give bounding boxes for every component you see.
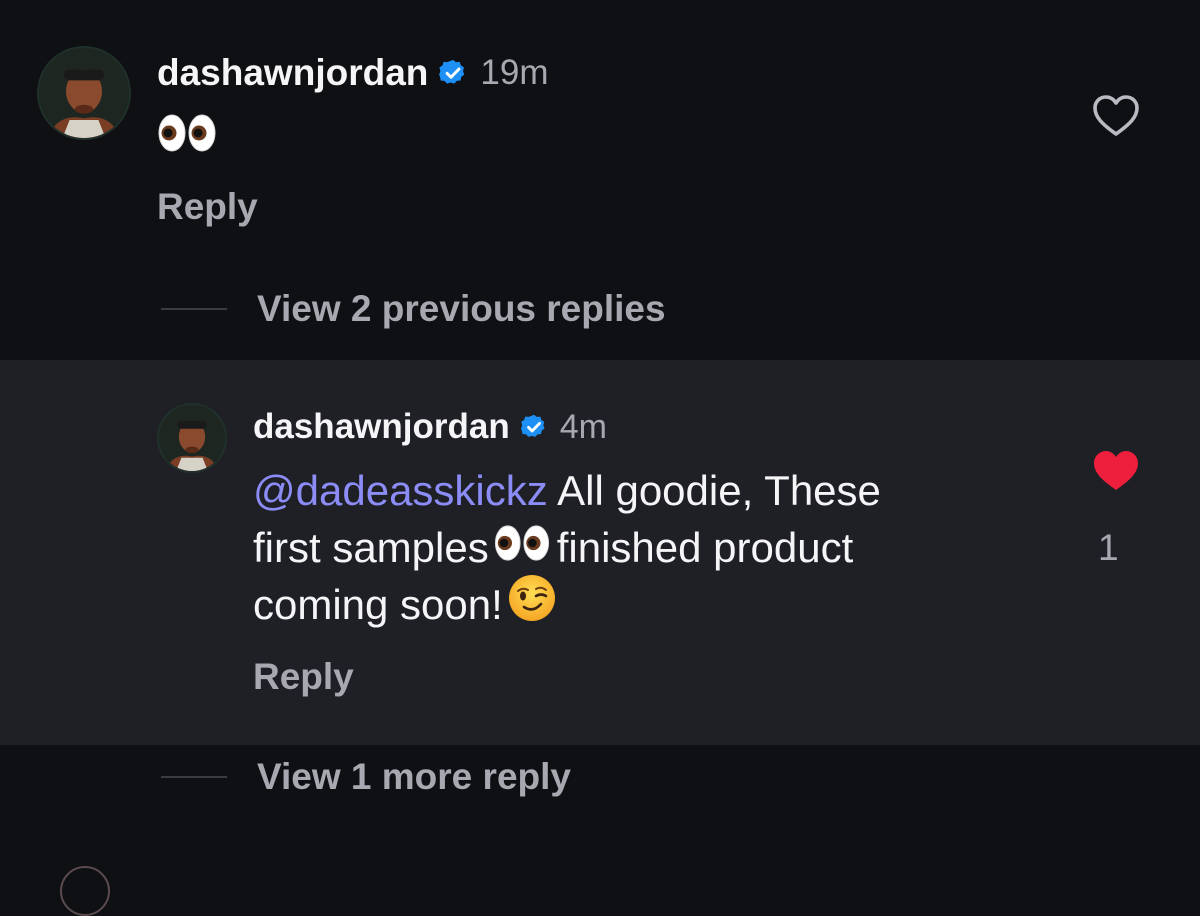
view-more-replies-label: View 1 more reply	[257, 756, 571, 797]
reply-text-segment: All goodie, These	[547, 467, 881, 514]
reply-text-line: first samples finished product	[253, 519, 1013, 576]
view-previous-replies-button[interactable]: View 2 previous replies	[161, 286, 666, 332]
username[interactable]: dashawnjordan	[157, 52, 428, 94]
eyes-emoji-icon	[157, 113, 217, 153]
view-more-replies-button[interactable]: View 1 more reply	[161, 754, 571, 800]
avatar-photo	[159, 405, 225, 471]
reply-header: dashawnjordan 4m	[253, 405, 607, 449]
verified-badge-icon	[520, 413, 548, 441]
avatar[interactable]	[37, 46, 131, 140]
reply-text-segment: first samples	[253, 524, 489, 571]
like-count: 1	[1098, 527, 1119, 568]
view-previous-replies-label: View 2 previous replies	[257, 288, 666, 329]
avatar-photo	[39, 48, 129, 138]
reply-text-segment: coming soon!	[253, 581, 503, 629]
avatar[interactable]	[157, 403, 227, 473]
reply-button[interactable]: Reply	[253, 656, 354, 698]
thread-divider	[161, 776, 227, 778]
verified-badge-icon	[438, 58, 468, 88]
reply-text-line: @dadeasskickz All goodie, These	[253, 462, 1013, 519]
reply-text: @dadeasskickz All goodie, These first sa…	[253, 462, 1013, 633]
winking-face-emoji-icon	[507, 573, 557, 637]
thread-divider	[161, 308, 227, 310]
eyes-emoji-icon	[493, 519, 551, 576]
comment-text	[157, 108, 217, 158]
username[interactable]: dashawnjordan	[253, 407, 510, 447]
heart-filled-icon[interactable]	[1092, 449, 1140, 493]
mention-link[interactable]: @dadeasskickz	[253, 467, 548, 514]
reply-button[interactable]: Reply	[157, 186, 258, 228]
reply-text-segment: finished product	[556, 524, 854, 571]
comment-header: dashawnjordan 19m	[157, 50, 548, 96]
heart-outline-icon[interactable]	[1092, 94, 1140, 138]
reply-text-line: coming soon!	[253, 575, 1013, 633]
timestamp: 19m	[480, 53, 549, 92]
comment-item: dashawnjordan 19m Reply View 2 previous …	[0, 0, 1200, 360]
timestamp: 4m	[559, 407, 607, 446]
